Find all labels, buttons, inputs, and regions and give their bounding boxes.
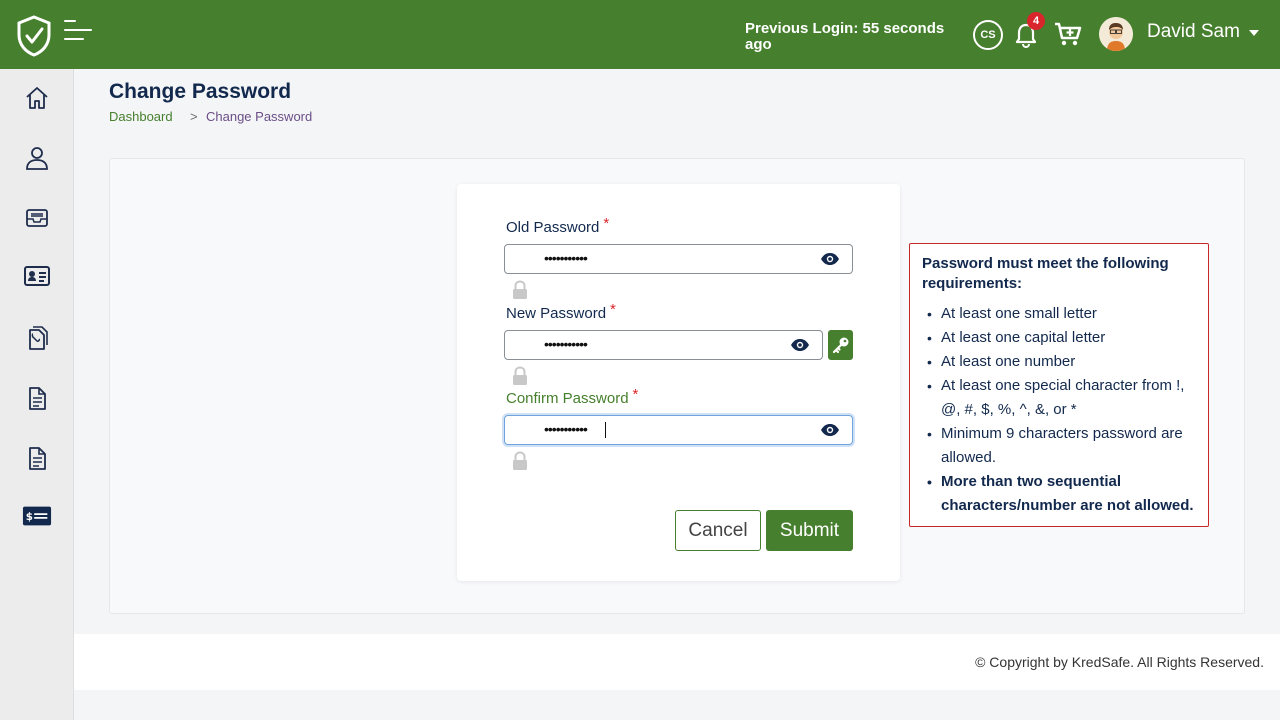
- breadcrumb-current: Change Password: [206, 109, 313, 124]
- page-title: Change Password: [109, 80, 292, 103]
- confirm-password-input[interactable]: •••••••••••: [504, 415, 853, 445]
- sidebar-item-file[interactable]: [22, 383, 52, 413]
- new-password-label: New Password *: [506, 301, 616, 322]
- required-marker: *: [632, 386, 639, 403]
- sidebar: $: [0, 69, 74, 720]
- id-card-icon: [24, 266, 50, 286]
- generate-password-button[interactable]: [828, 330, 853, 360]
- shield-check-logo-icon[interactable]: [16, 15, 52, 57]
- submit-button[interactable]: Submit: [766, 510, 853, 551]
- requirements-title: Password must meet the following require…: [922, 255, 1169, 292]
- lock-icon: [513, 366, 527, 385]
- notification-count-badge: 4: [1027, 12, 1045, 30]
- sidebar-item-file-text[interactable]: [22, 443, 52, 473]
- menu-toggle-icon[interactable]: [64, 20, 92, 42]
- file-text-icon: [29, 447, 46, 470]
- user-name-dropdown[interactable]: David Sam: [1147, 21, 1240, 43]
- breadcrumb-dashboard-link[interactable]: Dashboard: [109, 109, 173, 124]
- eye-icon[interactable]: [820, 252, 840, 266]
- eye-icon[interactable]: [820, 423, 840, 437]
- old-password-label: Old Password *: [506, 215, 609, 236]
- chevron-down-icon[interactable]: [1249, 30, 1259, 36]
- confirm-password-value: •••••••••••: [544, 421, 588, 437]
- documents-icon: [29, 326, 48, 350]
- sidebar-item-payment[interactable]: $: [22, 501, 52, 531]
- home-icon: [26, 87, 48, 109]
- confirm-password-label: Confirm Password *: [506, 386, 638, 407]
- requirement-item: More than two sequential characters/numb…: [922, 470, 1196, 518]
- sidebar-item-profile[interactable]: [22, 143, 52, 173]
- old-password-input[interactable]: •••••••••••: [504, 244, 853, 274]
- cs-icon[interactable]: CS: [973, 20, 1003, 50]
- eye-icon[interactable]: [790, 338, 810, 352]
- new-password-label-text: New Password: [506, 305, 607, 322]
- cart-icon[interactable]: [1054, 21, 1082, 47]
- required-marker: *: [610, 301, 616, 318]
- requirement-item: At least one capital letter: [922, 326, 1196, 350]
- requirements-list: At least one small letter At least one c…: [922, 302, 1196, 518]
- previous-login-text: Previous Login: 55 seconds ago: [745, 20, 945, 53]
- avatar-person-icon: [1099, 17, 1133, 51]
- sidebar-item-home[interactable]: [22, 83, 52, 113]
- new-password-value: •••••••••••: [544, 336, 588, 352]
- sidebar-item-id-card[interactable]: [22, 261, 52, 291]
- requirement-item: At least one small letter: [922, 302, 1196, 326]
- copyright-text: © Copyright by KredSafe. All Rights Rese…: [975, 654, 1264, 670]
- user-icon: [26, 147, 48, 170]
- file-icon: [29, 387, 46, 410]
- user-avatar[interactable]: [1099, 17, 1133, 51]
- requirement-item: Minimum 9 characters password are allowe…: [922, 422, 1196, 470]
- required-marker: *: [603, 215, 610, 232]
- requirement-item: At least one number: [922, 350, 1196, 374]
- lock-icon: [513, 451, 527, 470]
- payment-card-icon: $: [22, 506, 52, 526]
- top-navbar: Previous Login: 55 seconds ago CS 4 Davi…: [0, 0, 1280, 69]
- password-requirements-box: Password must meet the following require…: [909, 243, 1209, 527]
- inbox-icon: [26, 209, 48, 227]
- svg-text:$: $: [26, 511, 33, 523]
- lock-icon: [513, 280, 527, 299]
- old-password-label-text: Old Password: [506, 219, 600, 236]
- old-password-value: •••••••••••: [544, 250, 588, 266]
- sidebar-item-documents[interactable]: [22, 323, 52, 353]
- sidebar-item-inbox[interactable]: [22, 203, 52, 233]
- confirm-password-label-text: Confirm Password: [506, 390, 629, 407]
- text-cursor: [605, 422, 606, 438]
- key-icon: [832, 337, 848, 354]
- new-password-input[interactable]: •••••••••••: [504, 330, 823, 360]
- cancel-button[interactable]: Cancel: [675, 510, 761, 551]
- requirement-item: At least one special character from !, @…: [922, 374, 1196, 422]
- breadcrumb-separator: >: [190, 109, 198, 124]
- footer: © Copyright by KredSafe. All Rights Rese…: [74, 634, 1280, 690]
